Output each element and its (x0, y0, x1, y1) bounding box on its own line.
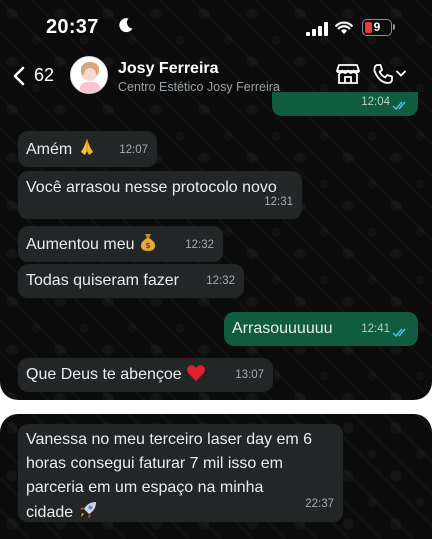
contact-avatar[interactable] (70, 56, 108, 94)
battery-percent: 9 (373, 20, 381, 34)
message-bubble-outgoing[interactable]: Arrasouuuuuu 12:41 (224, 312, 418, 346)
status-time: 20:37 (46, 16, 99, 38)
folded-hands-emoji-icon (80, 139, 93, 155)
message-time: 12:32 (206, 275, 235, 287)
status-bar: 20:37 9 (0, 0, 432, 52)
message-time: 12:32 (185, 239, 214, 251)
message-time: 12:41 (361, 323, 390, 335)
business-store-icon[interactable] (336, 63, 360, 85)
message-line: parceria em um espaço na minha (26, 479, 264, 496)
wifi-icon (335, 21, 353, 34)
message-text: Você arrasou nesse protocolo novo (26, 179, 277, 196)
red-heart-emoji-icon (187, 365, 206, 381)
message-line: horas consegui faturar 7 mil isso em (26, 455, 283, 472)
avatar-body (80, 82, 100, 93)
battery-tip (393, 24, 395, 30)
battery-indicator: 9 (362, 19, 392, 36)
message-text: Arrasouuuuuu (232, 320, 333, 337)
back-chevron-icon[interactable] (12, 66, 26, 86)
contact-subtitle[interactable]: Centro Estético Josy Ferreira (118, 80, 280, 94)
message-bubble-incoming[interactable]: Aumentou meu $ 12:32 (18, 226, 223, 262)
message-line: Vanessa no meu terceiro laser day em 6 (26, 431, 313, 448)
message-bubble-incoming[interactable]: Todas quiseram fazer 12:32 (18, 264, 244, 298)
read-receipt-icon (392, 101, 406, 111)
message-time: 22:37 (305, 498, 334, 510)
contact-name[interactable]: Josy Ferreira (118, 60, 219, 78)
money-bag-emoji-icon: $ (140, 234, 156, 251)
message-time: 12:04 (361, 96, 390, 108)
rocket-emoji-icon (79, 502, 96, 518)
message-time: 12:31 (264, 196, 293, 208)
message-time: 12:07 (119, 144, 148, 156)
message-text: Todas quiseram fazer (26, 272, 179, 289)
message-text: Aumentou meu (26, 236, 135, 253)
avatar-face (84, 68, 96, 81)
message-text: Amém (26, 141, 73, 158)
message-bubble-incoming[interactable]: Que Deus te abençoe 13:07 (18, 358, 273, 392)
message-bubble-incoming[interactable]: Você arrasou nesse protocolo novo 12:31 (18, 171, 302, 219)
chat-screenshot-top: 20:37 9 62 Josy Ferreira Centro Estético… (0, 0, 432, 400)
message-bubble-incoming[interactable]: Amém 12:07 (18, 131, 157, 167)
message-line-last: cidade (26, 500, 335, 525)
message-text: Que Deus te abençoe (26, 366, 182, 383)
message-line: cidade (26, 504, 74, 521)
svg-text:$: $ (145, 241, 151, 250)
back-unread-count[interactable]: 62 (34, 65, 54, 86)
voice-call-icon[interactable] (372, 63, 394, 85)
read-receipt-icon (392, 328, 406, 338)
message-time: 13:07 (235, 369, 264, 381)
message-bubble-outgoing[interactable]: 12:04 (272, 92, 418, 116)
call-options-chevron-icon[interactable] (396, 70, 406, 78)
focus-moon-icon (119, 18, 133, 33)
chat-screenshot-bottom: Vanessa no meu terceiro laser day em 6 h… (0, 414, 432, 539)
cellular-signal-icon (306, 22, 328, 36)
message-bubble-incoming[interactable]: Vanessa no meu terceiro laser day em 6 h… (18, 424, 343, 522)
